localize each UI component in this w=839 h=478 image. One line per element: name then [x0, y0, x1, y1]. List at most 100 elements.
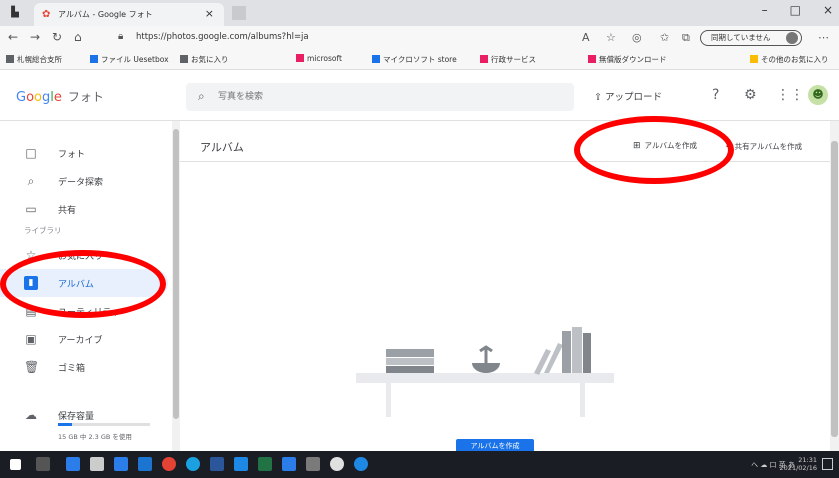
- collections-icon[interactable]: ⧉: [682, 31, 690, 45]
- browser-tab[interactable]: ✿ アルバム - Google フォト ×: [34, 3, 224, 26]
- folder-icon: [750, 55, 758, 63]
- address-bar-row: ← → ↻ ⌂ 🔒︎ https://photos.google.com/alb…: [0, 26, 839, 50]
- back-icon[interactable]: ←: [8, 30, 18, 44]
- main-scrollbar[interactable]: [830, 121, 839, 451]
- help-icon[interactable]: ?: [712, 87, 719, 103]
- account-avatar[interactable]: ☻: [808, 85, 828, 105]
- library-section-label: ライブラリ: [24, 226, 62, 235]
- url-text[interactable]: https://photos.google.com/albums?hl=ja: [136, 32, 309, 42]
- sidebar-item-utilities[interactable]: ▤ ユーティリティ: [0, 297, 168, 325]
- home-icon[interactable]: ⌂: [74, 30, 82, 44]
- mail-icon[interactable]: [114, 457, 128, 471]
- sidebar-item-archive[interactable]: ▣ アーカイブ: [0, 325, 168, 353]
- forward-icon[interactable]: →: [30, 30, 40, 44]
- media-player-icon[interactable]: [162, 457, 176, 471]
- create-album-button[interactable]: ⊞ アルバムを作成: [625, 135, 705, 157]
- trash-icon: 🗑: [24, 360, 40, 374]
- bookmark-icon: [6, 55, 14, 63]
- windows-taskbar: へ ☁ 口 英 あ 21:31 2021/02/16: [0, 451, 839, 478]
- sidebar: □ フォト ⌕ データ探索 ▭ 共有 ライブラリ ☆ お気に入り ▮ アルバム …: [0, 121, 172, 451]
- sidebar-item-albums[interactable]: ▮ アルバム: [0, 269, 168, 297]
- search-icon: ⌕: [27, 174, 35, 188]
- outlook-icon[interactable]: [282, 457, 296, 471]
- sidebar-scrollbar[interactable]: [172, 121, 180, 451]
- word-icon[interactable]: [210, 457, 224, 471]
- chrome-icon[interactable]: [330, 457, 344, 471]
- sidebar-item-favorites[interactable]: ☆ お気に入り: [0, 241, 168, 269]
- star-icon: ☆: [25, 248, 37, 262]
- settings-taskbar-icon[interactable]: [306, 457, 320, 471]
- sidebar-scroll-thumb[interactable]: [173, 129, 179, 419]
- plant-stem: [479, 345, 493, 363]
- profile-sync-button[interactable]: 同期していません: [700, 30, 802, 46]
- photo-icon: □: [25, 146, 37, 160]
- task-view-icon[interactable]: [66, 457, 80, 471]
- maximize-icon[interactable]: □: [790, 3, 801, 17]
- excel-icon[interactable]: [258, 457, 272, 471]
- new-tab-button[interactable]: [232, 6, 246, 20]
- page-title: アルバム: [200, 141, 244, 154]
- bookmark-item[interactable]: 札幌総合支所: [6, 54, 62, 65]
- app-taskbar-icon[interactable]: [354, 457, 368, 471]
- storage-usage-bar: [58, 423, 150, 426]
- utilities-icon: ▤: [25, 304, 37, 318]
- profile-avatar: [786, 32, 798, 44]
- google-photos-logo[interactable]: Google フォト: [16, 88, 104, 105]
- minimize-icon[interactable]: –: [762, 3, 768, 17]
- bookmark-item[interactable]: 行政サービス: [480, 54, 536, 65]
- search-box[interactable]: ⌕: [186, 83, 574, 111]
- album-icon: ▮: [24, 276, 38, 290]
- notification-center-icon[interactable]: [822, 458, 833, 470]
- sidebar-item-trash[interactable]: 🗑 ゴミ箱: [0, 353, 168, 381]
- more-menu-icon[interactable]: ⋯: [818, 31, 829, 44]
- bookmark-item[interactable]: お気に入り: [180, 54, 229, 65]
- bookmark-item[interactable]: ファイル Uesetbox: [90, 54, 169, 65]
- browser-tab-bar: ▙ ✿ アルバム - Google フォト × – □ ×: [0, 0, 839, 26]
- sidebar-item-explore[interactable]: ⌕ データ探索: [0, 167, 168, 195]
- google-photos-favicon-icon: ✿: [42, 9, 51, 20]
- favorites-bar-icon[interactable]: ✩: [660, 31, 669, 44]
- windows-start-icon[interactable]: [10, 459, 21, 470]
- sidebar-item-sharing[interactable]: ▭ 共有: [0, 195, 168, 223]
- sidebar-item-photos[interactable]: □ フォト: [0, 139, 168, 167]
- main-scroll-thumb[interactable]: [831, 141, 838, 437]
- search-input[interactable]: [218, 89, 558, 105]
- add-album-icon: ⊞: [633, 141, 641, 151]
- phone-link-icon[interactable]: [138, 457, 152, 471]
- photos-app-icon[interactable]: [234, 457, 248, 471]
- create-shared-album-button[interactable]: ✚ 共有アルバムを作成: [726, 141, 802, 152]
- bookmark-item[interactable]: マイクロソフト store: [372, 54, 457, 65]
- settings-gear-icon[interactable]: ⚙: [744, 87, 757, 103]
- refresh-icon[interactable]: ↻: [52, 30, 62, 44]
- extension-icon[interactable]: ◎: [632, 31, 642, 44]
- close-window-icon[interactable]: ×: [823, 3, 833, 17]
- tab-title: アルバム - Google フォト: [58, 10, 153, 19]
- other-bookmarks-folder[interactable]: その他のお気に入り: [750, 54, 829, 65]
- archive-icon: ▣: [25, 332, 37, 346]
- sync-status-label: 同期していません: [711, 33, 771, 42]
- clock[interactable]: 21:31 2021/02/16: [780, 456, 817, 472]
- edge-browser-icon[interactable]: [186, 457, 200, 471]
- leaning-books: [534, 343, 563, 375]
- search-taskbar-icon[interactable]: [36, 457, 50, 471]
- header-divider: [180, 161, 830, 162]
- lock-icon[interactable]: 🔒︎: [118, 31, 123, 42]
- upload-button[interactable]: ⇪ アップロード: [594, 89, 662, 103]
- bookmark-item[interactable]: microsoft: [296, 54, 342, 63]
- book-stack: [386, 366, 434, 373]
- search-icon[interactable]: ⌕: [198, 89, 205, 104]
- shelf-leg-left: [386, 383, 391, 417]
- apps-grid-icon[interactable]: ⋮⋮: [776, 87, 804, 103]
- bookmark-item[interactable]: 無償版ダウンロード: [588, 54, 667, 65]
- favorite-star-icon[interactable]: ☆: [606, 31, 616, 44]
- read-aloud-icon[interactable]: A: [582, 31, 590, 44]
- plant-bowl: [472, 363, 500, 373]
- bookmarks-bar: 札幌総合支所 ファイル Uesetbox お気に入り microsoft マイク…: [0, 50, 839, 70]
- workspace-icon[interactable]: ▙: [8, 6, 22, 20]
- file-explorer-icon[interactable]: [90, 457, 104, 471]
- bookmark-icon: [372, 55, 380, 63]
- standing-book: [572, 327, 582, 373]
- cloud-icon: ☁: [25, 408, 37, 422]
- bookmark-icon: [480, 55, 488, 63]
- tab-close-icon[interactable]: ×: [205, 7, 214, 20]
